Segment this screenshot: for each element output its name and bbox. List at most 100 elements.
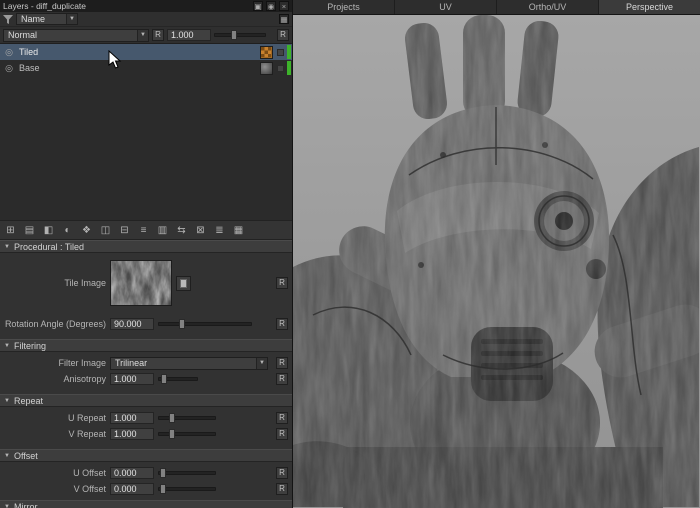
blend-mode-dropdown[interactable]: Normal ▼: [3, 29, 149, 42]
v-offset-slider[interactable]: [158, 487, 216, 491]
layer-cache-icon[interactable]: [277, 65, 284, 72]
add-graph-layer-icon[interactable]: ◫: [97, 223, 114, 238]
pin-icon[interactable]: ◉: [266, 1, 276, 11]
reset-blend-mode-button[interactable]: R: [152, 29, 164, 41]
u-offset-field[interactable]: 0.000: [110, 467, 154, 479]
v-offset-field[interactable]: 0.000: [110, 483, 154, 495]
merge-layers-icon[interactable]: ⊟: [116, 223, 133, 238]
paint-layer-type-icon[interactable]: [260, 62, 273, 75]
tab-uv[interactable]: UV: [394, 0, 496, 14]
rotation-label: Rotation Angle (Degrees): [4, 319, 106, 329]
collapse-triangle-icon: ▼: [4, 504, 10, 508]
chevron-down-icon: ▼: [66, 14, 77, 24]
layers-filter-row: Name ▼ ▦: [0, 12, 292, 27]
section-title: Procedural : Tiled: [14, 242, 84, 252]
reset-rotation-button[interactable]: R: [276, 318, 288, 330]
section-header-offset[interactable]: ▼ Offset: [0, 449, 292, 462]
viewport-canvas[interactable]: [293, 15, 700, 508]
duplicate-layer-icon[interactable]: ▥: [154, 223, 171, 238]
add-shader-layer-icon[interactable]: ◧: [40, 223, 57, 238]
add-layer-icon[interactable]: ⊞: [2, 223, 19, 238]
tab-perspective[interactable]: Perspective: [598, 0, 700, 14]
v-repeat-row: V Repeat 1.000 R: [0, 427, 292, 441]
v-repeat-label: V Repeat: [4, 429, 106, 439]
reset-filter-image-button[interactable]: R: [276, 357, 288, 369]
collapse-triangle-icon: ▼: [4, 343, 10, 349]
u-repeat-row: U Repeat 1.000 R: [0, 411, 292, 425]
rotation-row: Rotation Angle (Degrees) 90.000 R: [0, 317, 292, 331]
u-offset-slider[interactable]: [158, 471, 216, 475]
collapse-triangle-icon: ▼: [4, 453, 10, 459]
layer-properties: ▼ Procedural : Tiled Tile Image R Rotati…: [0, 240, 292, 508]
panel-dock-icon[interactable]: ▣: [253, 1, 263, 11]
tab-projects[interactable]: Projects: [293, 0, 394, 14]
reset-v-repeat-button[interactable]: R: [276, 428, 288, 440]
grid-view-icon[interactable]: ▦: [230, 223, 247, 238]
add-adjustment-layer-icon[interactable]: ◐: [59, 223, 76, 238]
tab-ortho-uv[interactable]: Ortho/UV: [496, 0, 598, 14]
anisotropy-slider[interactable]: [158, 377, 198, 381]
u-repeat-label: U Repeat: [4, 413, 106, 423]
v-offset-row: V Offset 0.000 R: [0, 482, 292, 496]
section-title: Filtering: [14, 341, 46, 351]
v-repeat-field[interactable]: 1.000: [110, 428, 154, 440]
section-title: Repeat: [14, 396, 43, 406]
flatten-layers-icon[interactable]: ≡: [135, 223, 152, 238]
list-view-icon[interactable]: ≣: [211, 223, 228, 238]
u-offset-row: U Offset 0.000 R: [0, 466, 292, 480]
collapse-triangle-icon: ▼: [4, 244, 10, 250]
filter-image-dropdown[interactable]: Trilinear ▼: [110, 357, 268, 370]
anisotropy-field[interactable]: 1.000: [110, 373, 154, 385]
layers-palette: Layers - diff_duplicate ▣ ◉ × Name ▼ ▦ N…: [0, 0, 293, 508]
remove-layer-icon[interactable]: ⊠: [192, 223, 209, 238]
v-repeat-slider[interactable]: [158, 432, 216, 436]
reset-tile-image-button[interactable]: R: [276, 277, 288, 289]
rotation-field[interactable]: 90.000: [110, 318, 154, 330]
close-icon[interactable]: ×: [279, 1, 289, 11]
visibility-eye-icon[interactable]: ◎: [3, 63, 15, 74]
section-header-mirror[interactable]: ▼ Mirror: [0, 500, 292, 508]
layer-row-tiled[interactable]: ◎ Tiled: [0, 44, 292, 60]
palette-window-controls: ▣ ◉ ×: [253, 1, 289, 11]
v-offset-label: V Offset: [4, 484, 106, 494]
visibility-eye-icon[interactable]: ◎: [3, 47, 15, 58]
u-repeat-field[interactable]: 1.000: [110, 412, 154, 424]
tile-image-label: Tile Image: [4, 278, 106, 288]
filter-image-row: Filter Image Trilinear ▼ R: [0, 356, 292, 370]
layers-list: ◎ Tiled ◎ Base: [0, 43, 292, 220]
reset-u-repeat-button[interactable]: R: [276, 412, 288, 424]
filter-image-label: Filter Image: [4, 358, 106, 368]
reset-blend-amount-button[interactable]: R: [277, 29, 289, 41]
mari-window: Layers - diff_duplicate ▣ ◉ × Name ▼ ▦ N…: [0, 0, 700, 508]
reset-u-offset-button[interactable]: R: [276, 467, 288, 479]
u-repeat-slider[interactable]: [158, 416, 216, 420]
viewport-tabs: Projects UV Ortho/UV Perspective: [293, 0, 700, 15]
collapse-triangle-icon: ▼: [4, 398, 10, 404]
file-page-icon: [180, 279, 187, 288]
u-offset-label: U Offset: [4, 468, 106, 478]
rotation-slider[interactable]: [158, 322, 252, 326]
palette-options-icon[interactable]: ▦: [279, 14, 289, 24]
blend-amount-slider[interactable]: [214, 33, 266, 37]
funnel-icon: [3, 15, 13, 24]
transfer-layer-icon[interactable]: ⇆: [173, 223, 190, 238]
palette-titlebar[interactable]: Layers - diff_duplicate ▣ ◉ ×: [0, 0, 292, 12]
layers-toolbar: ⊞ ▤ ◧ ◐ ❖ ◫ ⊟ ≡ ▥ ⇆ ⊠ ≣ ▦: [0, 220, 292, 240]
reset-anisotropy-button[interactable]: R: [276, 373, 288, 385]
tile-image-thumbnail[interactable]: [110, 260, 172, 306]
section-header-repeat[interactable]: ▼ Repeat: [0, 394, 292, 407]
section-header-procedural[interactable]: ▼ Procedural : Tiled: [0, 240, 292, 253]
procedural-layer-type-icon[interactable]: [260, 46, 273, 59]
section-header-filtering[interactable]: ▼ Filtering: [0, 339, 292, 352]
reset-v-offset-button[interactable]: R: [276, 483, 288, 495]
layer-row-base[interactable]: ◎ Base: [0, 60, 292, 76]
add-channel-layer-icon[interactable]: ▤: [21, 223, 38, 238]
add-procedural-layer-icon[interactable]: ❖: [78, 223, 95, 238]
viewport: Projects UV Ortho/UV Perspective: [293, 0, 700, 508]
browse-image-button[interactable]: [176, 276, 191, 291]
name-filter-dropdown[interactable]: Name ▼: [16, 13, 78, 25]
layer-cache-icon[interactable]: [277, 49, 284, 56]
chevron-down-icon: ▼: [256, 358, 267, 369]
blend-amount-field[interactable]: 1.000: [167, 29, 211, 41]
blend-row: Normal ▼ R 1.000 R: [0, 27, 292, 43]
